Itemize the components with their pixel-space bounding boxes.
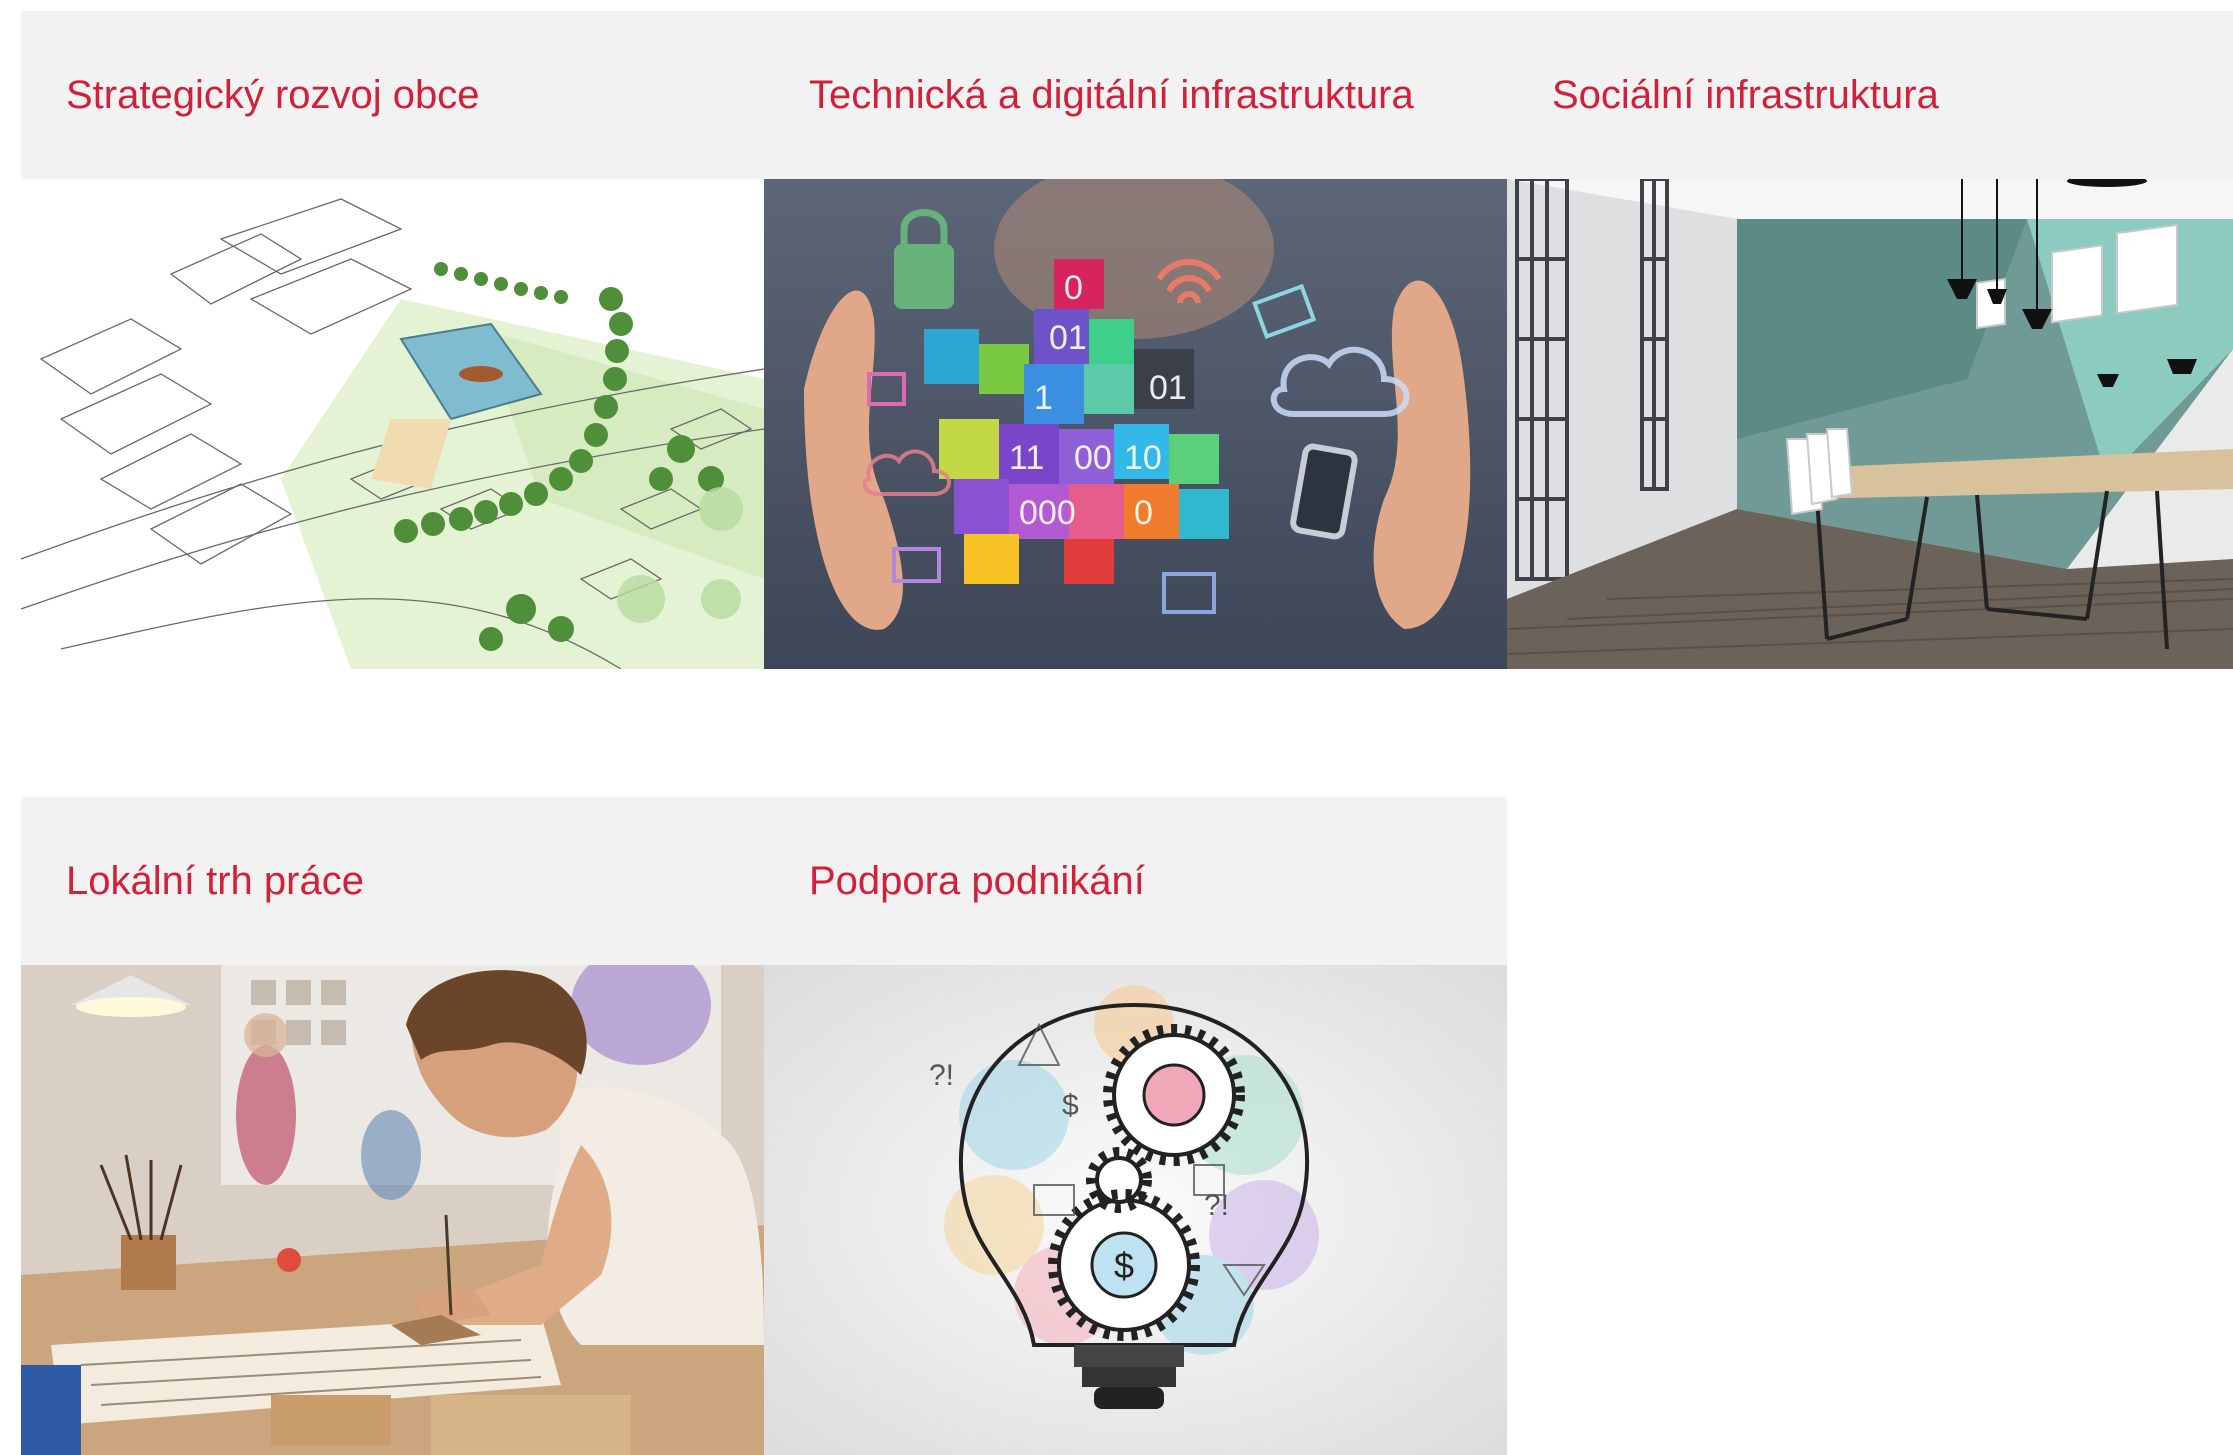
svg-text:$: $	[1114, 1245, 1134, 1286]
student-drawing-workshop-image[interactable]	[21, 965, 764, 1455]
urban-plan-sketch-image[interactable]	[21, 179, 764, 669]
card-lokalni-trh-prace[interactable]: Lokální trh práce	[21, 797, 764, 1455]
card-header[interactable]: Sociální infrastruktura	[1507, 11, 2233, 179]
digital-cubes-hands-image[interactable]: 0 01 1 01 11 00 10 000 0	[764, 179, 1507, 669]
svg-text:$: $	[1062, 1089, 1079, 1122]
office-interior-image[interactable]	[1507, 179, 2233, 669]
svg-text:00: 00	[1074, 439, 1112, 477]
card-title[interactable]: Podpora podnikání	[809, 859, 1145, 904]
lightbulb-gears-sketch-image[interactable]: $ ?! ?! $	[764, 965, 1507, 1455]
card-title[interactable]: Strategický rozvoj obce	[66, 73, 480, 118]
card-header[interactable]: Podpora podnikání	[764, 797, 1507, 965]
svg-text:01: 01	[1149, 369, 1187, 407]
card-header[interactable]: Strategický rozvoj obce	[21, 11, 764, 179]
card-title[interactable]: Lokální trh práce	[66, 859, 364, 904]
svg-text:?!: ?!	[1204, 1189, 1229, 1222]
category-grid: Strategický rozvoj obce Technická a digi…	[21, 11, 2233, 1455]
card-header[interactable]: Lokální trh práce	[21, 797, 764, 965]
card-title[interactable]: Technická a digitální infrastruktura	[809, 73, 1414, 118]
card-header[interactable]: Technická a digitální infrastruktura	[764, 11, 1507, 179]
svg-text:01: 01	[1049, 319, 1087, 357]
card-title[interactable]: Sociální infrastruktura	[1552, 73, 1939, 118]
svg-text:10: 10	[1124, 439, 1162, 477]
card-socialni-infrastruktura[interactable]: Sociální infrastruktura	[1507, 11, 2233, 669]
svg-text:0: 0	[1134, 494, 1153, 532]
card-strategicky-rozvoj[interactable]: Strategický rozvoj obce	[21, 11, 764, 669]
category-row: Lokální trh práce Podpora podnikání $ ?!…	[21, 797, 2233, 1455]
card-technicka-digitalni-infrastruktura[interactable]: Technická a digitální infrastruktura 0 0…	[764, 11, 1507, 669]
svg-text:11: 11	[1009, 439, 1044, 477]
svg-text:000: 000	[1019, 494, 1076, 532]
svg-text:?!: ?!	[929, 1059, 954, 1092]
svg-text:0: 0	[1064, 269, 1083, 307]
card-podpora-podnikani[interactable]: Podpora podnikání $ ?! ?! $	[764, 797, 1507, 1455]
svg-text:1: 1	[1034, 379, 1053, 417]
category-row: Strategický rozvoj obce Technická a digi…	[21, 11, 2233, 669]
